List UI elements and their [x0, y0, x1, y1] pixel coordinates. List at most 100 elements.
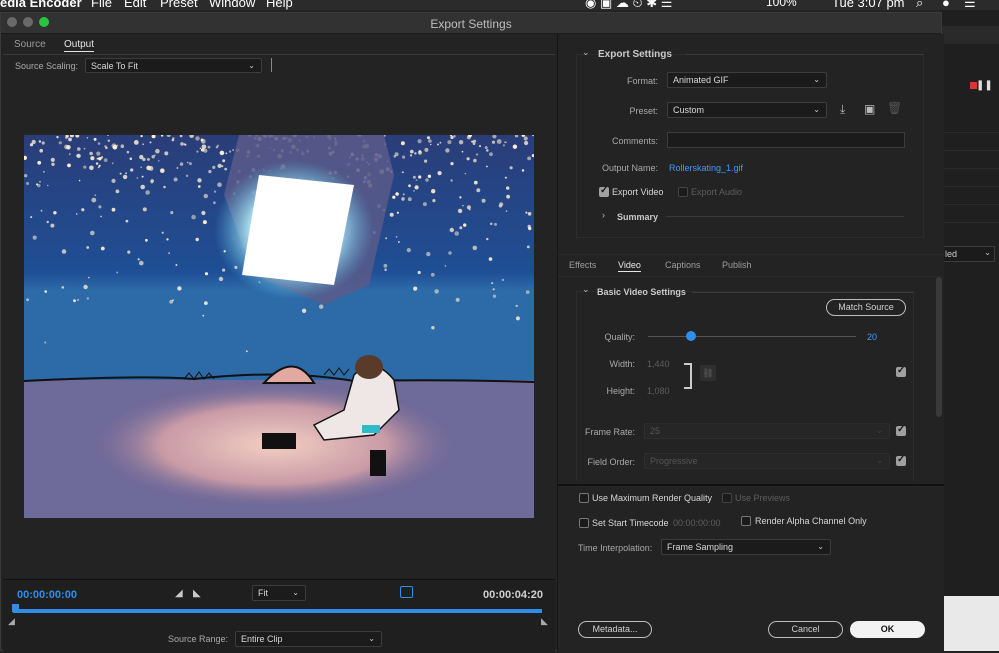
scrollbar[interactable]	[936, 277, 942, 417]
set-start-timecode-checkbox[interactable]	[579, 518, 589, 528]
start-timecode-value[interactable]: 00:00:00:00	[673, 518, 721, 528]
star-dot	[171, 138, 175, 142]
quality-value[interactable]: 20	[867, 332, 877, 342]
star-dot	[453, 135, 456, 138]
zoom-dropdown[interactable]: Fit ⌄	[252, 585, 306, 601]
field-order-dropdown[interactable]: Progressive ⌄	[644, 453, 890, 469]
star-dot	[91, 197, 97, 203]
tab-video[interactable]: Video	[618, 260, 641, 272]
chevron-right-icon[interactable]: ›	[602, 210, 605, 220]
link-icon[interactable]: ⛓	[700, 365, 716, 381]
chevron-down-icon[interactable]: ⌄	[582, 47, 590, 58]
star-dot	[68, 153, 71, 155]
menu-file[interactable]: File	[91, 0, 112, 10]
delete-preset-icon[interactable]: 🗑	[887, 101, 902, 115]
star-dot	[77, 298, 80, 302]
star-dot	[41, 141, 45, 145]
menu-preset[interactable]: Preset	[160, 0, 198, 10]
star-dot	[489, 152, 493, 157]
star-dot	[147, 158, 150, 161]
format-dropdown[interactable]: Animated GIF ⌄	[667, 72, 827, 88]
star-dot	[37, 160, 42, 165]
tab-captions[interactable]: Captions	[665, 260, 701, 270]
chevron-down-icon[interactable]: ⌄	[582, 284, 590, 295]
height-value[interactable]: 1,080	[647, 386, 670, 396]
star-dot	[454, 231, 460, 236]
control-center-icon[interactable]: ☰	[964, 0, 976, 10]
pause-icon[interactable]: ❚❚	[976, 80, 993, 91]
cancel-button[interactable]: Cancel	[768, 621, 843, 638]
source-scaling-dropdown[interactable]: Scale To Fit ⌄	[85, 58, 262, 73]
app-name-menu[interactable]: edia Encoder	[0, 0, 82, 10]
star-dot	[201, 210, 206, 216]
star-dot	[502, 144, 505, 147]
match-frame-rate-checkbox[interactable]	[896, 424, 906, 436]
star-dot	[44, 341, 47, 344]
summary-toggle[interactable]: Summary	[617, 212, 658, 222]
menu-help[interactable]: Help	[266, 0, 293, 10]
siri-icon[interactable]: ●	[942, 0, 950, 10]
match-source-button[interactable]: Match Source	[826, 299, 906, 316]
out-marker-icon[interactable]: ◣	[541, 616, 548, 627]
frame-rate-dropdown[interactable]: 25 ⌄	[644, 423, 890, 439]
menu-window[interactable]: Window	[209, 0, 255, 10]
preset-dropdown[interactable]: Custom ⌄	[667, 102, 827, 118]
max-render-quality-checkbox[interactable]	[579, 493, 589, 503]
video-settings-scroll[interactable]: ⌄ Basic Video Settings Match Source Qual…	[558, 277, 944, 481]
playhead[interactable]	[12, 604, 19, 612]
star-dot	[486, 237, 489, 241]
time-interpolation-dropdown[interactable]: Frame Sampling ⌄	[661, 539, 831, 555]
star-dot	[431, 189, 436, 194]
tab-effects[interactable]: Effects	[569, 260, 596, 270]
star-dot	[31, 139, 36, 145]
source-range-dropdown[interactable]: Entire Clip ⌄	[235, 631, 382, 647]
current-timecode[interactable]: 00:00:00:00	[17, 589, 77, 601]
aspect-correction-icon[interactable]	[400, 586, 413, 598]
source-scaling-value: Scale To Fit	[91, 61, 138, 71]
output-name-link[interactable]: Rollerskating_1.gif	[669, 163, 743, 173]
tab-output[interactable]: Output	[64, 39, 95, 52]
width-value[interactable]: 1,440	[647, 359, 670, 369]
import-preset-icon[interactable]: ▣	[864, 102, 875, 116]
star-dot	[455, 297, 460, 302]
ok-button[interactable]: OK	[850, 621, 925, 638]
quality-slider-track[interactable]	[648, 336, 856, 337]
star-dot	[215, 146, 219, 149]
star-dot	[90, 230, 95, 236]
use-previews-checkbox[interactable]	[722, 493, 732, 503]
star-dot	[450, 135, 454, 140]
star-dot	[203, 193, 208, 199]
spotlight-icon[interactable]: ⌕	[916, 0, 923, 10]
format-label: Format:	[626, 76, 658, 86]
star-dot	[125, 219, 129, 223]
match-size-checkbox[interactable]	[896, 365, 906, 377]
tab-source[interactable]: Source	[14, 39, 46, 50]
set-in-point-icon[interactable]: ◢	[175, 588, 183, 599]
tab-publish[interactable]: Publish	[722, 260, 752, 270]
in-marker-icon[interactable]: ◢	[8, 616, 15, 627]
star-dot	[521, 169, 525, 172]
star-dot	[86, 246, 90, 249]
preview-pane: Source Output Source Scaling: Scale To F…	[3, 34, 555, 653]
menu-edit[interactable]: Edit	[124, 0, 146, 10]
star-dot	[219, 150, 225, 156]
render-alpha-checkbox[interactable]	[741, 516, 751, 526]
match-field-order-checkbox[interactable]	[896, 454, 906, 466]
bg-dropdown[interactable]: led ⌄	[940, 246, 995, 262]
timeline-scrubber[interactable]	[13, 609, 542, 613]
export-video-checkbox[interactable]	[599, 185, 609, 197]
star-dot	[163, 185, 166, 189]
star-dot	[61, 286, 65, 289]
star-dot	[505, 141, 507, 144]
star-dot	[392, 195, 396, 199]
star-dot	[83, 147, 86, 150]
export-audio-checkbox[interactable]	[678, 187, 688, 197]
comments-field[interactable]	[667, 132, 905, 148]
quality-slider-handle[interactable]	[686, 331, 696, 341]
metadata-button[interactable]: Metadata...	[578, 621, 652, 638]
star-dot	[39, 148, 43, 153]
set-out-point-icon[interactable]: ◣	[193, 588, 201, 599]
chevron-down-icon: ⌄	[817, 542, 824, 551]
star-dot	[176, 167, 179, 169]
save-preset-icon[interactable]: ⤓	[840, 102, 845, 117]
